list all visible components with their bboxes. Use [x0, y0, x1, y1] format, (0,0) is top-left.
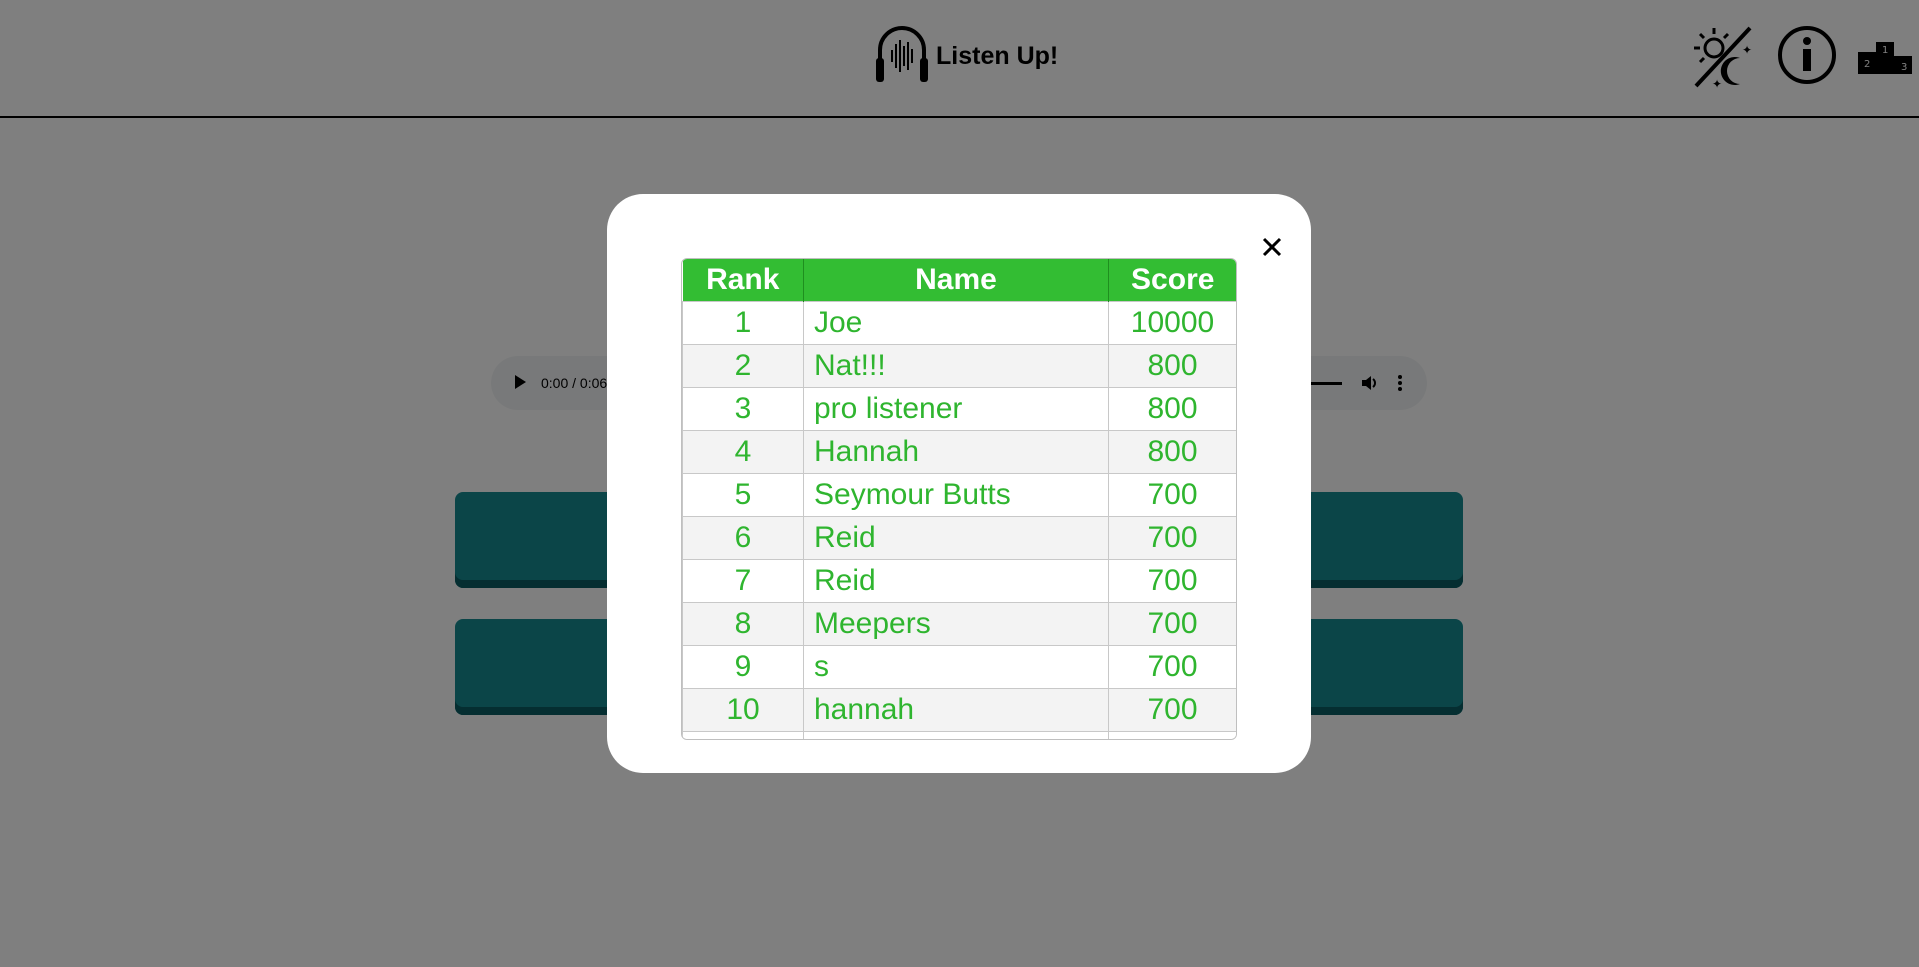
name-cell: Joe — [803, 301, 1109, 345]
table-row: 4 Hannah 800 — [682, 430, 1236, 474]
score-cell: 800 — [1108, 344, 1236, 388]
rank-cell: 7 — [682, 559, 804, 603]
table-row: 5 Seymour Butts 700 — [682, 473, 1236, 517]
score-cell: 700 — [1108, 688, 1236, 732]
name-cell: hannah — [803, 688, 1109, 732]
name-cell: Hannah — [803, 430, 1109, 474]
table-row: 2 Nat!!! 800 — [682, 344, 1236, 388]
leaderboard-body: 1 Joe 10000 2 Nat!!! 800 3 pro listener 800 4 Hann… — [682, 301, 1236, 739]
name-cell: s — [803, 645, 1109, 689]
rank-cell: 9 — [682, 645, 804, 689]
rank-cell: 1 — [682, 301, 804, 345]
rank-cell: 5 — [682, 473, 804, 517]
table-row: 1 Joe 10000 — [682, 301, 1236, 345]
score-cell: 700 — [1108, 516, 1236, 560]
table-row: 10 hannah 700 — [682, 688, 1236, 732]
score-cell: 10000 — [1108, 301, 1236, 345]
rank-cell: 10 — [682, 688, 804, 732]
leaderboard-table-container[interactable]: Rank Name Score 1 Joe 10000 2 Nat!!! 800 3 pro … — [681, 258, 1237, 740]
table-header-row: Rank Name Score — [682, 259, 1236, 302]
table-row: 8 Meepers 700 — [682, 602, 1236, 646]
name-cell: Reid — [803, 516, 1109, 560]
name-cell: Seymour Butts — [803, 473, 1109, 517]
score-cell: 700 — [1108, 473, 1236, 517]
name-cell — [803, 731, 1109, 739]
leaderboard-modal: Rank Name Score 1 Joe 10000 2 Nat!!! 800 3 pro … — [607, 194, 1311, 773]
rank-cell: 4 — [682, 430, 804, 474]
rank-cell: 3 — [682, 387, 804, 431]
name-cell: Reid — [803, 559, 1109, 603]
score-cell: 700 — [1108, 559, 1236, 603]
column-header-name: Name — [803, 259, 1109, 302]
rank-cell: 6 — [682, 516, 804, 560]
name-cell: pro listener — [803, 387, 1109, 431]
name-cell: Nat!!! — [803, 344, 1109, 388]
column-header-rank: Rank — [682, 259, 804, 302]
name-cell: Meepers — [803, 602, 1109, 646]
table-row: 3 pro listener 800 — [682, 387, 1236, 431]
score-cell: 800 — [1108, 430, 1236, 474]
score-cell: 700 — [1108, 602, 1236, 646]
close-icon[interactable] — [1251, 226, 1291, 266]
rank-cell: 8 — [682, 602, 804, 646]
column-header-score: Score — [1108, 259, 1236, 302]
rank-cell: 2 — [682, 344, 804, 388]
table-row: 7 Reid 700 — [682, 559, 1236, 603]
score-cell: 800 — [1108, 387, 1236, 431]
rank-cell — [682, 731, 804, 739]
leaderboard-table: Rank Name Score 1 Joe 10000 2 Nat!!! 800 3 pro … — [682, 259, 1236, 739]
table-row: 9 s 700 — [682, 645, 1236, 689]
table-row: 6 Reid 700 — [682, 516, 1236, 560]
score-cell — [1108, 731, 1236, 739]
score-cell: 700 — [1108, 645, 1236, 689]
table-row — [682, 731, 1236, 739]
